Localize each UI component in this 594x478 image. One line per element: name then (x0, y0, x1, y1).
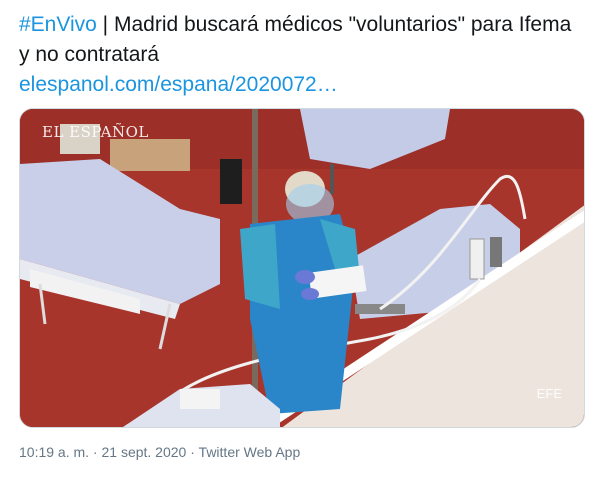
text-separator: | (96, 13, 114, 36)
meta-separator: · (186, 444, 199, 460)
efe-watermark: EFE (536, 386, 562, 401)
tweet-text: #EnVivo | Madrid buscará médicos "volunt… (19, 10, 579, 100)
tweet-photo[interactable]: EL ESPAÑOL EFE (19, 108, 585, 428)
el-espanol-watermark: EL ESPAÑOL (42, 123, 149, 141)
source-label[interactable]: Twitter Web App (199, 444, 301, 460)
tweet: #EnVivo | Madrid buscará médicos "volunt… (0, 0, 594, 478)
tweet-meta: 10:19 a. m. · 21 sept. 2020 · Twitter We… (19, 444, 300, 460)
hashtag-link[interactable]: #EnVivo (19, 13, 97, 36)
photo-scene (20, 109, 584, 427)
timestamp-link[interactable]: 10:19 a. m. · 21 sept. 2020 (19, 444, 186, 460)
article-link[interactable]: elespanol.com/espana/2020072… (19, 73, 338, 96)
